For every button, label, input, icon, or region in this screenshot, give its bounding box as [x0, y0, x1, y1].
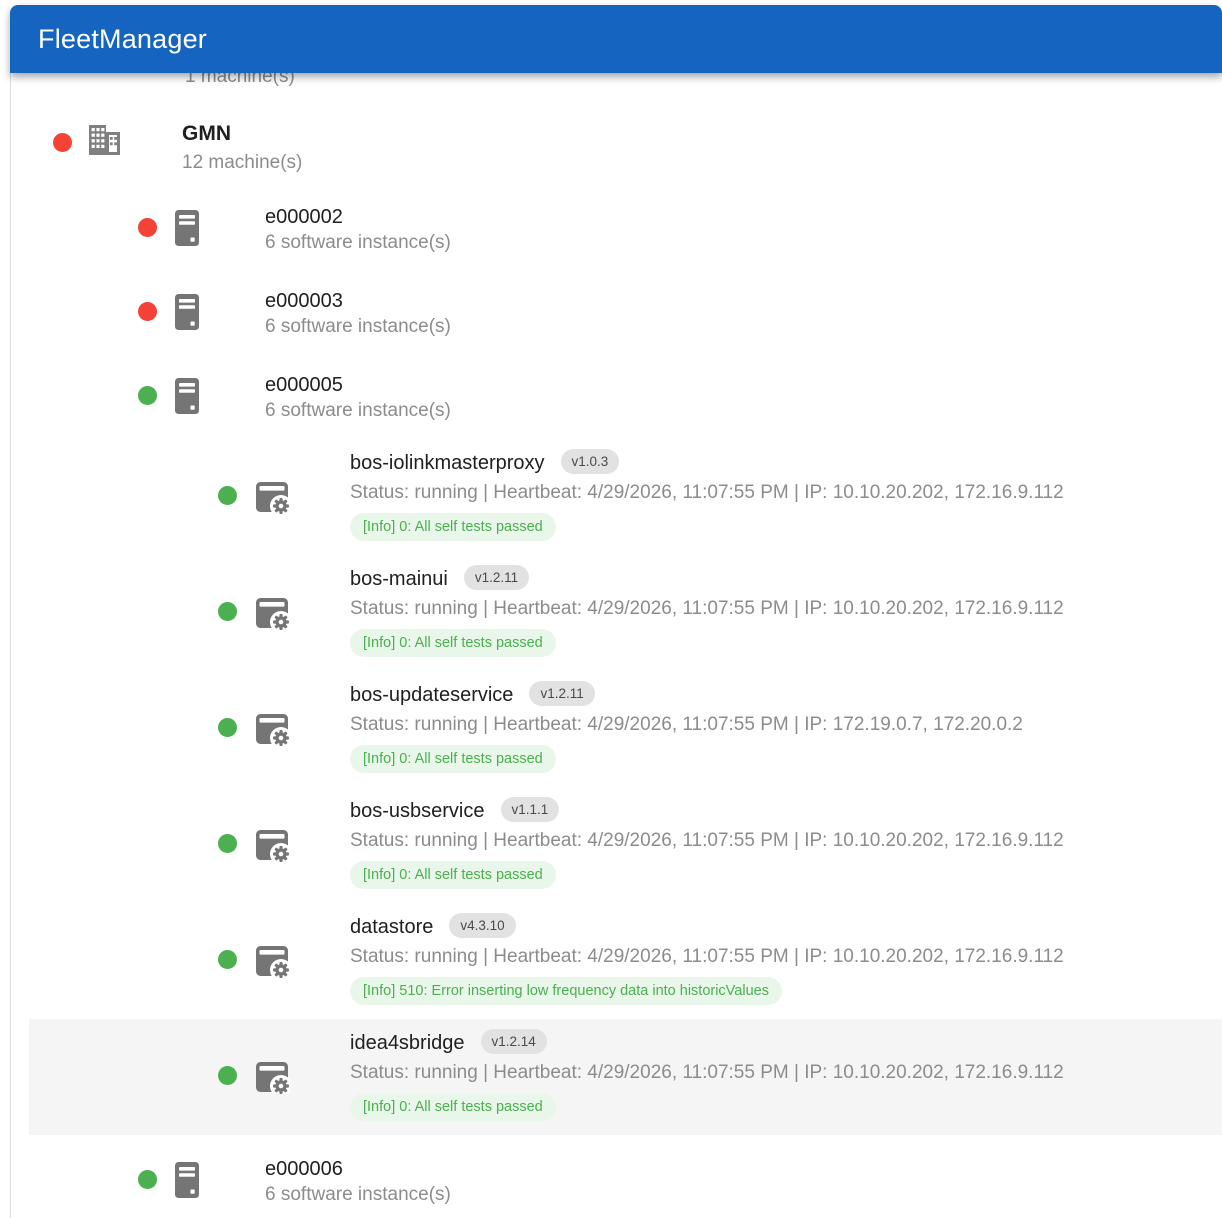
group-name: GMN — [182, 121, 231, 147]
machine-row-e000003[interactable]: e000003 6 software instance(s) — [0, 288, 1222, 346]
version-badge: v1.2.11 — [464, 565, 529, 590]
instance-status: Status: running | Heartbeat: 4/29/2026, … — [350, 712, 1023, 738]
status-dot — [218, 1066, 237, 1085]
version-badge: v4.3.10 — [449, 913, 515, 938]
app-gear-icon — [254, 594, 290, 630]
app-gear-icon — [254, 478, 290, 514]
server-icon — [175, 378, 199, 414]
app-title: FleetManager — [10, 24, 207, 55]
instance-row-bos-usbservice[interactable]: bos-usbservice v1.1.1 Status: running | H… — [0, 798, 1222, 898]
instance-status: Status: running | Heartbeat: 4/29/2026, … — [350, 1060, 1064, 1086]
server-icon — [175, 294, 199, 330]
machine-row-e000006[interactable]: e000006 6 software instance(s) — [0, 1156, 1222, 1214]
instance-status: Status: running | Heartbeat: 4/29/2026, … — [350, 480, 1064, 506]
version-badge: v1.0.3 — [561, 449, 620, 474]
server-icon — [175, 210, 199, 246]
instance-info-badge: [Info] 0: All self tests passed — [350, 629, 556, 657]
status-dot — [218, 602, 237, 621]
machine-name: e000005 — [265, 372, 451, 398]
instance-row-bos-iolinkmasterproxy[interactable]: bos-iolinkmasterproxy v1.0.3 Status: runn… — [0, 450, 1222, 550]
instance-name: bos-usbservice — [350, 800, 485, 822]
app-header: FleetManager — [10, 5, 1222, 73]
status-dot — [218, 950, 237, 969]
machine-name: e000006 — [265, 1156, 451, 1182]
instance-info-badge: [Info] 510: Error inserting low frequenc… — [350, 977, 782, 1005]
status-dot — [138, 1170, 157, 1189]
instance-row-bos-mainui[interactable]: bos-mainui v1.2.11 Status: running | Hear… — [0, 566, 1222, 666]
app-gear-icon — [254, 826, 290, 862]
machine-subtitle: 6 software instance(s) — [265, 230, 451, 256]
status-dot — [138, 302, 157, 321]
machine-row-e000005[interactable]: e000005 6 software instance(s) — [0, 372, 1222, 430]
instance-info-badge: [Info] 0: All self tests passed — [350, 513, 556, 541]
instance-name: datastore — [350, 916, 433, 938]
version-badge: v1.1.1 — [501, 797, 560, 822]
instance-info-badge: [Info] 0: All self tests passed — [350, 861, 556, 889]
machine-name: e000003 — [265, 288, 451, 314]
version-badge: v1.2.11 — [529, 681, 594, 706]
machine-row-e000002[interactable]: e000002 6 software instance(s) — [0, 204, 1222, 262]
machine-subtitle: 6 software instance(s) — [265, 1182, 451, 1208]
instance-status: Status: running | Heartbeat: 4/29/2026, … — [350, 944, 1064, 970]
card-left-border — [10, 73, 11, 1218]
machine-name: e000002 — [265, 204, 451, 230]
app-gear-icon — [254, 710, 290, 746]
instance-status: Status: running | Heartbeat: 4/29/2026, … — [350, 828, 1064, 854]
instance-name: bos-mainui — [350, 568, 448, 590]
instance-info-badge: [Info] 0: All self tests passed — [350, 1093, 556, 1121]
status-dot — [218, 718, 237, 737]
tree-group-row-gmn[interactable]: GMN 12 machine(s) — [0, 121, 1222, 179]
instance-info-badge: [Info] 0: All self tests passed — [350, 745, 556, 773]
instance-name: bos-updateservice — [350, 684, 513, 706]
app-gear-icon — [254, 1058, 290, 1094]
instance-status: Status: running | Heartbeat: 4/29/2026, … — [350, 596, 1064, 622]
machine-subtitle: 6 software instance(s) — [265, 314, 451, 340]
app-gear-icon — [254, 942, 290, 978]
status-dot — [138, 386, 157, 405]
version-badge: v1.2.14 — [481, 1029, 547, 1054]
server-icon — [175, 1162, 199, 1198]
building-icon — [86, 122, 122, 158]
instance-row-idea4sbridge[interactable]: idea4sbridge v1.2.14 Status: running | He… — [0, 1030, 1222, 1130]
status-dot — [138, 218, 157, 237]
status-dot — [218, 834, 237, 853]
group-subtitle: 12 machine(s) — [182, 150, 302, 176]
instance-row-bos-updateservice[interactable]: bos-updateservice v1.2.11 Status: running… — [0, 682, 1222, 782]
status-dot — [53, 133, 72, 152]
status-dot — [218, 486, 237, 505]
instance-row-datastore[interactable]: datastore v4.3.10 Status: running | Heart… — [0, 914, 1222, 1014]
instance-name: bos-iolinkmasterproxy — [350, 452, 545, 474]
machine-subtitle: 6 software instance(s) — [265, 398, 451, 424]
instance-name: idea4sbridge — [350, 1032, 465, 1054]
fleet-manager-app: 1 machine(s) FleetManager GMN 12 machine… — [0, 0, 1222, 1218]
